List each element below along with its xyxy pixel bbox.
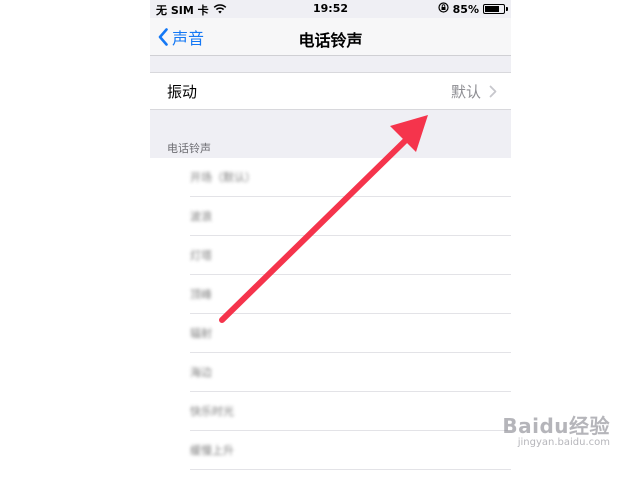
status-bar: 无 SIM 卡 19:52 85% <box>150 0 511 18</box>
orientation-lock-icon <box>438 2 449 16</box>
ringtone-item-label: 波浪 <box>190 210 212 223</box>
watermark-brand: Baidu经验 <box>502 414 610 438</box>
ringtone-list: 开场（默认） 波浪 灯塔 顶峰 辐射 海边 快乐时光 缓慢上升 <box>150 158 511 480</box>
ringtone-item[interactable]: 快乐时光 <box>190 392 511 431</box>
ringtone-item-label: 缓慢上升 <box>190 444 234 457</box>
vibration-label: 振动 <box>167 82 198 101</box>
ringtone-item[interactable]: 灯塔 <box>190 236 511 275</box>
ringtone-item-label: 快乐时光 <box>190 405 234 418</box>
ringtone-item-label: 辐射 <box>190 327 212 340</box>
phone-screen: 无 SIM 卡 19:52 85% 声音 电话铃声 振动 默认 电话铃声 开场（… <box>150 0 511 480</box>
page-title: 电话铃声 <box>298 31 363 50</box>
baidu-watermark: Baidu经验 jingyan.baidu.com <box>502 410 610 448</box>
ringtone-item[interactable]: 波浪 <box>190 197 511 236</box>
ringtone-item-label: 海边 <box>190 366 212 379</box>
battery-fill <box>485 6 500 12</box>
ringtone-item[interactable]: 辐射 <box>190 314 511 353</box>
ringtone-item-label: 开场（默认） <box>190 171 256 184</box>
watermark-url: jingyan.baidu.com <box>517 437 610 448</box>
ringtone-section-header: 电话铃声 <box>167 142 211 155</box>
status-right: 85% <box>438 2 508 16</box>
ringtone-item[interactable]: 海边 <box>190 353 511 392</box>
ringtone-item[interactable]: 顶峰 <box>190 275 511 314</box>
ringtone-item[interactable]: 缓慢上升 <box>190 431 511 470</box>
ringtone-item-label: 灯塔 <box>190 249 212 262</box>
ringtone-item-label: 顶峰 <box>190 288 212 301</box>
vibration-value: 默认 <box>450 82 481 101</box>
battery-icon <box>483 4 508 14</box>
navigation-bar: 声音 电话铃声 <box>150 18 511 56</box>
ringtone-item[interactable]: 开场（默认） <box>190 158 511 197</box>
chevron-right-icon <box>489 85 497 98</box>
vibration-row[interactable]: 振动 默认 <box>150 72 511 110</box>
battery-percent: 85% <box>452 2 479 16</box>
